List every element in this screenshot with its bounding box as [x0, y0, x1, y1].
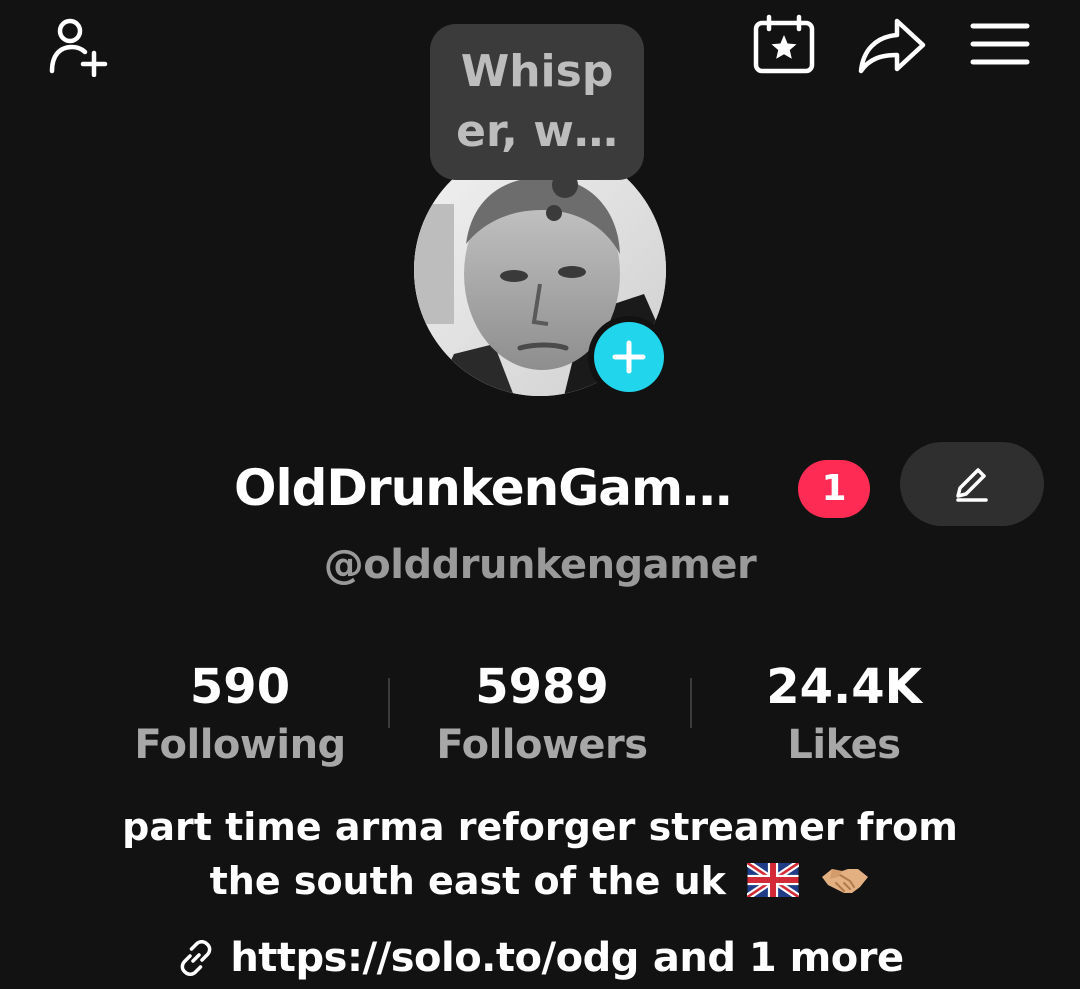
- bio-link-row: https://solo.to/odg and 1 more: [0, 928, 1080, 988]
- calendar-star-icon[interactable]: [748, 10, 820, 80]
- followers-label: Followers: [436, 722, 648, 768]
- edit-profile-button[interactable]: [900, 442, 1044, 526]
- stat-divider: [690, 678, 692, 728]
- followers-count: 5989: [475, 659, 609, 715]
- note-bubble-dot: [546, 205, 562, 221]
- pencil-icon: [956, 468, 988, 502]
- uk-flag-icon: [745, 857, 801, 911]
- bio-link[interactable]: https://solo.to/odg: [230, 929, 639, 987]
- bio-line-1: part time arma reforger streamer from: [122, 805, 958, 849]
- link-icon: [176, 938, 216, 978]
- share-arrow-icon[interactable]: [852, 12, 932, 78]
- stats-row: 590 Following 5989 Followers 24.4K Likes: [0, 656, 1080, 776]
- bio-line-2: the south east of the uk: [209, 859, 726, 903]
- followers-stat[interactable]: 5989 Followers: [392, 656, 692, 772]
- likes-count: 24.4K: [766, 659, 922, 715]
- following-stat[interactable]: 590 Following: [90, 656, 390, 772]
- plus-icon: [594, 322, 664, 392]
- username[interactable]: @olddrunkengamer: [0, 536, 1080, 594]
- profile-note-bubble[interactable]: Whisper, w…: [430, 24, 644, 180]
- more-links-button[interactable]: and 1 more: [653, 929, 904, 987]
- likes-stat[interactable]: 24.4K Likes: [694, 656, 994, 772]
- name-row: OldDrunkenGam… 1: [0, 442, 1080, 528]
- bio-line-2-wrap: the south east of the uk: [60, 854, 1020, 911]
- profile-page: Whisper, w… OldDrunkenGam… 1 @olddrunken…: [0, 0, 1080, 989]
- add-story-button[interactable]: [588, 316, 670, 398]
- handshake-icon: [820, 857, 870, 911]
- likes-label: Likes: [787, 722, 901, 768]
- profile-note-text: Whisper, w…: [456, 46, 618, 157]
- profile-bio: part time arma reforger streamer from th…: [60, 800, 1020, 911]
- following-count: 590: [189, 659, 291, 715]
- following-label: Following: [134, 722, 346, 768]
- person-add-icon[interactable]: [40, 10, 120, 80]
- display-name[interactable]: OldDrunkenGam…: [234, 456, 732, 520]
- hamburger-menu-icon[interactable]: [964, 14, 1036, 74]
- stat-divider: [388, 678, 390, 728]
- notification-badge[interactable]: 1: [798, 460, 870, 518]
